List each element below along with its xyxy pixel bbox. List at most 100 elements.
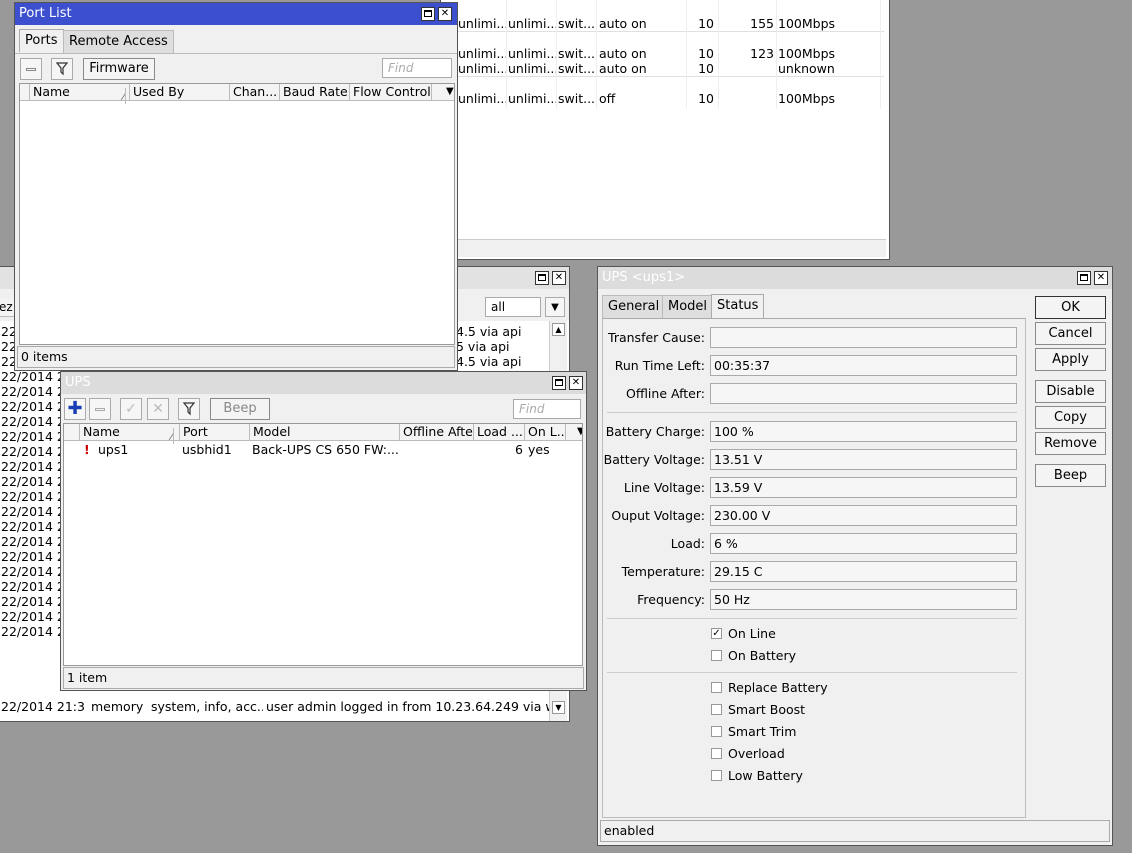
ok-button[interactable]: OK (1035, 296, 1106, 319)
disable-button[interactable]: ✕ (147, 398, 169, 420)
log-filter-dropdown-button[interactable]: ▼ (545, 297, 565, 317)
load-value: 6 % (710, 533, 1017, 554)
table-header: Name ⁄ Port Model Offline After Load ...… (64, 424, 582, 444)
tab-general[interactable]: General (602, 295, 666, 318)
beep-button[interactable]: Beep (1035, 464, 1106, 487)
ups-window: UPS ✕ ✚ ✓ ✕ Beep Find Name ⁄ Port Model … (60, 371, 587, 691)
column-divider (596, 0, 597, 109)
add-button[interactable]: ✚ (64, 398, 86, 420)
column-header-name[interactable]: Name (80, 424, 180, 440)
frequency-value: 50 Hz (710, 589, 1017, 610)
firmware-button[interactable]: Firmware (83, 58, 155, 80)
tab-ports[interactable]: Ports (19, 29, 64, 52)
column-header-on-line[interactable]: On L... (525, 424, 566, 440)
table-row[interactable]: unlimi... unlimi... swit... auto on 10 u… (456, 61, 884, 76)
column-divider (776, 0, 777, 109)
checkbox-label: Smart Trim (728, 724, 797, 739)
remove-button[interactable] (20, 58, 42, 80)
maximize-button[interactable] (1077, 271, 1091, 285)
scroll-down-icon[interactable]: ▼ (552, 701, 565, 714)
log-time-fragment: 22/2014 2 (1, 534, 61, 549)
line-voltage-value: 13.59 V (710, 477, 1017, 498)
interface-list-window: unlimi... unlimi... swit... auto on 10 1… (440, 0, 890, 260)
column-header-channels[interactable]: Chan... (230, 84, 280, 100)
table-row[interactable]: 22/2014 21:3... memory system, info, acc… (0, 699, 549, 714)
remove-button[interactable] (89, 398, 111, 420)
find-input[interactable]: Find (382, 58, 452, 78)
remove-button[interactable]: Remove (1035, 432, 1106, 455)
tab-status[interactable]: Status (711, 294, 765, 318)
battery-voltage-value: 13.51 V (710, 449, 1017, 470)
log-time-fragment: 22/2014 2 (1, 624, 61, 639)
close-button[interactable]: ✕ (569, 376, 583, 390)
field-label: Line Voltage: (623, 480, 705, 495)
column-header-baud-rate[interactable]: Baud Rate (280, 84, 350, 100)
column-menu-button[interactable]: ▼ (566, 424, 582, 440)
status-bar: 1 item (63, 667, 584, 689)
status-panel: Transfer Cause: Run Time Left: 00:35:37 … (602, 318, 1026, 818)
log-right-fragment: 4.5 via api (456, 354, 522, 369)
column-divider (506, 0, 507, 109)
column-header-port[interactable]: Port (180, 424, 250, 440)
column-header-load[interactable]: Load ... (474, 424, 525, 440)
column-divider (686, 0, 687, 109)
column-header-model[interactable]: Model (250, 424, 400, 440)
tab-remote-access[interactable]: Remote Access (63, 30, 174, 53)
checkbox-label: Low Battery (728, 768, 803, 783)
tab-model[interactable]: Model (662, 295, 714, 318)
disable-button[interactable]: Disable (1035, 380, 1106, 403)
status-bar: enabled (600, 820, 1110, 842)
log-right-fragment: 5 via api (456, 339, 510, 354)
table-row[interactable]: unlimi... unlimi... swit... off 10 100Mb… (456, 91, 884, 106)
low-battery-checkbox (711, 770, 722, 781)
apply-button[interactable]: Apply (1035, 348, 1106, 371)
scroll-up-icon[interactable]: ▲ (552, 323, 565, 336)
close-button[interactable]: ✕ (438, 7, 452, 21)
enable-button[interactable]: ✓ (120, 398, 142, 420)
column-divider (556, 0, 557, 109)
table-row[interactable]: unlimi... unlimi... swit... auto on 10 1… (456, 16, 884, 31)
row-divider (456, 76, 884, 77)
x-icon: ✕ (152, 401, 164, 417)
temperature-value: 29.15 C (710, 561, 1017, 582)
close-button[interactable]: ✕ (552, 271, 566, 285)
overload-checkbox (711, 748, 722, 759)
log-time-fragment: 22/2014 2 (1, 609, 61, 624)
window-title: Port List (19, 6, 72, 21)
column-header-flow-control[interactable]: Flow Control (350, 84, 432, 100)
table-row[interactable]: unlimi... unlimi... swit... auto on 10 1… (456, 46, 884, 61)
port-list-titlebar[interactable]: Port List (15, 3, 457, 25)
ups-detail-dialog: UPS <ups1> ✕ General Model Status Transf… (597, 266, 1113, 846)
table-row[interactable]: ! ups1 usbhid1 Back-UPS CS 650 FW:... 6 … (64, 442, 582, 457)
log-time-fragment: 22/2014 2 (1, 414, 61, 429)
checkbox-label: On Battery (728, 648, 796, 663)
column-header-checkbox[interactable] (20, 84, 30, 100)
dropdown-arrow-icon: ▼ (443, 84, 454, 100)
beep-button[interactable]: Beep (210, 398, 270, 420)
divider (607, 618, 1017, 619)
filter-button[interactable] (178, 398, 200, 420)
close-button[interactable]: ✕ (1094, 271, 1108, 285)
table-header: Name ⁄ Used By Chan... Baud Rate Flow Co… (20, 84, 454, 104)
divider (607, 412, 1017, 413)
maximize-button[interactable] (552, 376, 566, 390)
copy-button[interactable]: Copy (1035, 406, 1106, 429)
filter-icon (182, 402, 196, 416)
column-header-used-by[interactable]: Used By (130, 84, 230, 100)
ups-titlebar[interactable]: UPS (61, 372, 586, 394)
column-header-name[interactable]: Name (30, 84, 130, 100)
cancel-button[interactable]: Cancel (1035, 322, 1106, 345)
find-input[interactable]: Find (513, 399, 581, 419)
filter-button[interactable] (51, 58, 73, 80)
maximize-button[interactable] (421, 7, 435, 21)
dialog-titlebar[interactable]: UPS <ups1> (598, 267, 1112, 289)
on-line-checkbox: ✓ (711, 628, 722, 639)
column-header-offline-after[interactable]: Offline After (400, 424, 474, 440)
tab-strip-line (15, 53, 457, 54)
column-menu-button[interactable]: ▼ (432, 84, 454, 100)
log-time-fragment: 22/2014 2 (1, 489, 61, 504)
maximize-button[interactable] (535, 271, 549, 285)
minus-icon (26, 67, 36, 71)
log-filter-select[interactable]: all (485, 297, 541, 317)
column-header-checkbox[interactable] (64, 424, 80, 440)
